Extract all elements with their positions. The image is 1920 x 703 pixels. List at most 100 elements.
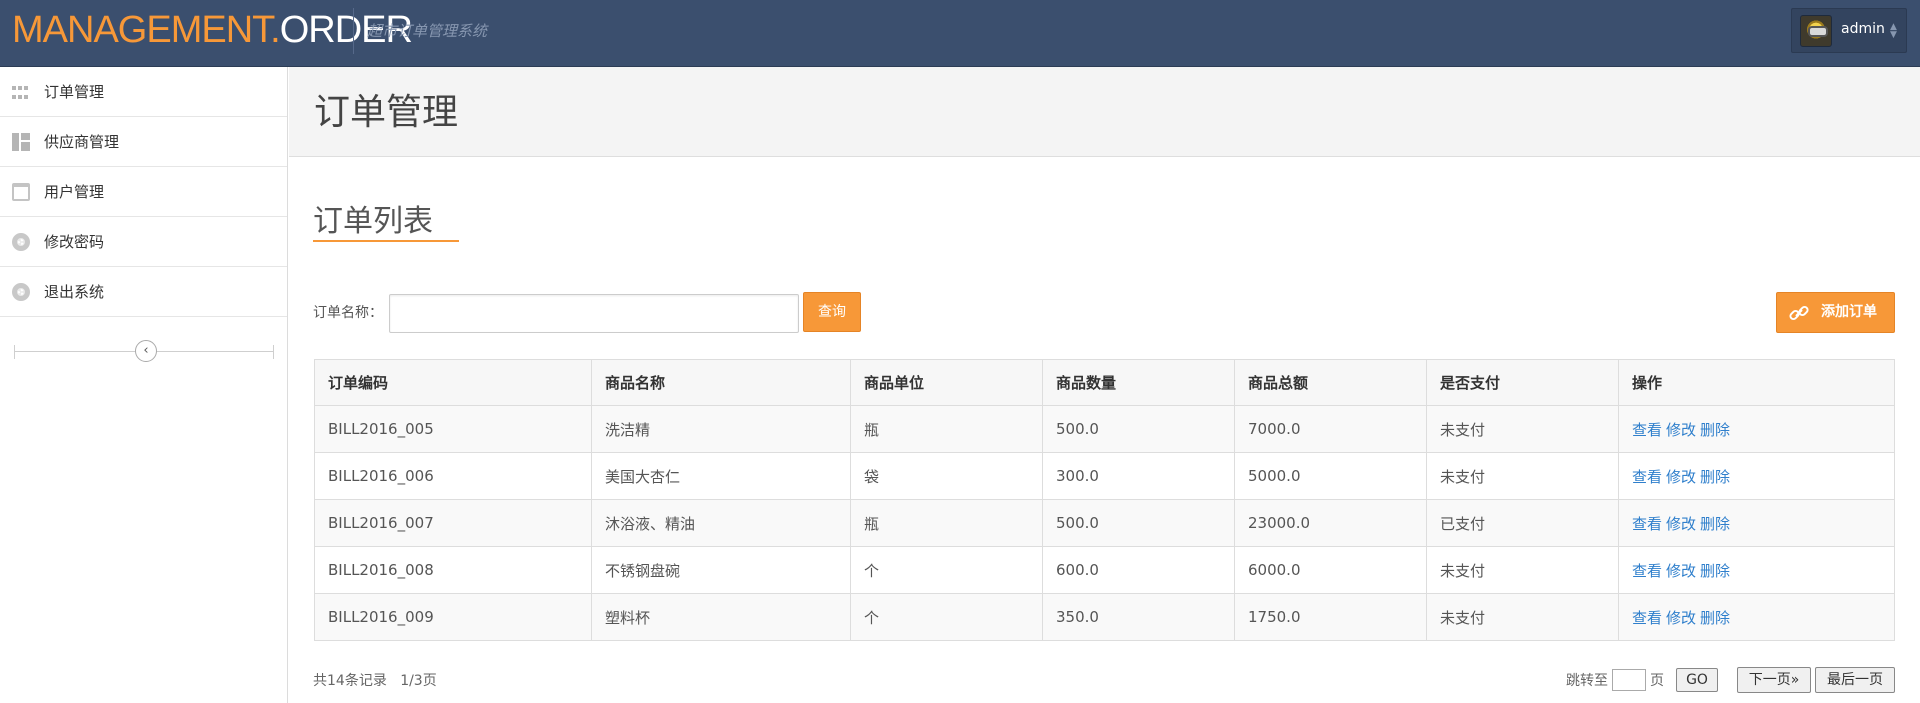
brand-subtitle: 超市订单管理系统 [367,22,488,40]
lifebuoy-icon [12,233,30,251]
column-header: 订单编码 [314,359,592,406]
edit-link[interactable]: 修改 [1666,609,1696,627]
delete-link[interactable]: 删除 [1700,562,1730,580]
sidebar-item-change-password[interactable]: 修改密码 [0,217,287,267]
actions-cell: 查看 修改 删除 [1618,499,1895,547]
amount-cell: 23000.0 [1234,499,1427,547]
record-count: 共14条记录 [313,673,387,689]
last-page-button[interactable]: 最后一页 [1815,667,1895,693]
view-link[interactable]: 查看 [1632,515,1662,533]
go-button[interactable]: GO [1676,668,1718,692]
table-row: BILL2016_005 洗洁精 瓶 500.0 7000.0 未支付 查看 修改… [314,405,1895,453]
dashboard-icon [12,133,30,151]
product-name-cell: 塑料杯 [591,593,851,641]
lifebuoy-icon [12,283,30,301]
edit-link[interactable]: 修改 [1666,562,1696,580]
record-summary: 共14条记录 1/3页 [313,670,437,690]
sidebar: 订单管理 供应商管理 用户管理 修改密码 退出系统 ‹ [0,67,288,703]
jump-label: 跳转至 [1566,673,1608,689]
section-title: 订单列表 [313,204,433,239]
delete-link[interactable]: 删除 [1700,515,1730,533]
edit-link[interactable]: 修改 [1666,468,1696,486]
chevron-left-icon: ‹ [143,343,149,358]
divider [14,345,15,359]
column-header: 商品单位 [850,359,1043,406]
order-code-cell: BILL2016_006 [314,452,592,500]
payment-status-cell: 已支付 [1426,499,1619,547]
top-navbar: MANAGEMENT.ORDER 超市订单管理系统 admin ▲ ▼ [0,0,1920,67]
section-title-underline [313,240,459,242]
grid-icon [12,83,30,101]
table-row: BILL2016_006 美国大杏仁 袋 300.0 5000.0 未支付 查看… [314,452,1895,500]
sort-caret-icon: ▲ ▼ [1890,22,1897,40]
page-jump: 跳转至 页 [1566,669,1664,691]
page-number-input[interactable] [1612,669,1646,691]
product-name-cell: 沐浴液、精油 [591,499,851,547]
delete-link[interactable]: 删除 [1700,468,1730,486]
next-page-button[interactable]: 下一页» [1737,667,1811,693]
page-header: 订单管理 [289,67,1920,157]
jump-suffix: 页 [1650,673,1664,689]
sidebar-collapse-bar: ‹ [14,340,274,362]
amount-cell: 5000.0 [1234,452,1427,500]
page-title: 订单管理 [314,92,459,133]
sidebar-item-logout[interactable]: 退出系统 [0,267,287,317]
orders-table: 订单编码 商品名称 商品单位 商品数量 商品总额 是否支付 操作 BILL201… [314,359,1895,641]
brand-part-management: MANAGEMENT. [12,9,281,51]
unit-cell: 袋 [850,452,1043,500]
unit-cell: 瓶 [850,499,1043,547]
calendar-icon [12,183,30,201]
divider [273,345,274,359]
user-menu[interactable]: admin ▲ ▼ [1791,8,1907,53]
amount-cell: 1750.0 [1234,593,1427,641]
user-name: admin [1841,21,1885,37]
payment-status-cell: 未支付 [1426,405,1619,453]
sidebar-item-label: 订单管理 [44,83,105,101]
actions-cell: 查看 修改 删除 [1618,593,1895,641]
column-header: 商品名称 [591,359,851,406]
column-header: 操作 [1618,359,1895,406]
table-row: BILL2016_007 沐浴液、精油 瓶 500.0 23000.0 已支付 … [314,499,1895,547]
view-link[interactable]: 查看 [1632,421,1662,439]
order-code-cell: BILL2016_007 [314,499,592,547]
add-order-button[interactable]: 添加订单 [1776,292,1895,333]
table-row: BILL2016_008 不锈钢盘碗 个 600.0 6000.0 未支付 查看… [314,546,1895,594]
table-row: BILL2016_009 塑料杯 个 350.0 1750.0 未支付 查看 修改… [314,593,1895,641]
delete-link[interactable]: 删除 [1700,609,1730,627]
amount-cell: 6000.0 [1234,546,1427,594]
sidebar-item-label: 用户管理 [44,183,105,201]
view-link[interactable]: 查看 [1632,562,1662,580]
sidebar-item-suppliers[interactable]: 供应商管理 [0,117,287,167]
query-button[interactable]: 查询 [803,292,861,332]
unit-cell: 瓶 [850,405,1043,453]
quantity-cell: 350.0 [1042,593,1235,641]
table-header-row: 订单编码 商品名称 商品单位 商品数量 商品总额 是否支付 操作 [314,359,1895,406]
order-code-cell: BILL2016_008 [314,546,592,594]
sidebar-item-users[interactable]: 用户管理 [0,167,287,217]
edit-link[interactable]: 修改 [1666,421,1696,439]
brand-divider [353,8,354,54]
brand-logo[interactable]: MANAGEMENT.ORDER [12,8,413,52]
view-link[interactable]: 查看 [1632,609,1662,627]
sidebar-collapse-button[interactable]: ‹ [135,340,157,362]
order-code-cell: BILL2016_005 [314,405,592,453]
view-link[interactable]: 查看 [1632,468,1662,486]
sidebar-item-label: 退出系统 [44,283,105,301]
quantity-cell: 500.0 [1042,499,1235,547]
quantity-cell: 300.0 [1042,452,1235,500]
column-header: 是否支付 [1426,359,1619,406]
column-header: 商品数量 [1042,359,1235,406]
sidebar-item-orders[interactable]: 订单管理 [0,67,287,117]
sidebar-item-label: 供应商管理 [44,133,120,151]
delete-link[interactable]: 删除 [1700,421,1730,439]
search-input[interactable] [389,294,799,333]
unit-cell: 个 [850,546,1043,594]
sidebar-item-label: 修改密码 [44,233,105,251]
actions-cell: 查看 修改 删除 [1618,452,1895,500]
edit-link[interactable]: 修改 [1666,515,1696,533]
amount-cell: 7000.0 [1234,405,1427,453]
payment-status-cell: 未支付 [1426,546,1619,594]
payment-status-cell: 未支付 [1426,593,1619,641]
product-name-cell: 洗洁精 [591,405,851,453]
search-label: 订单名称： [313,305,383,321]
